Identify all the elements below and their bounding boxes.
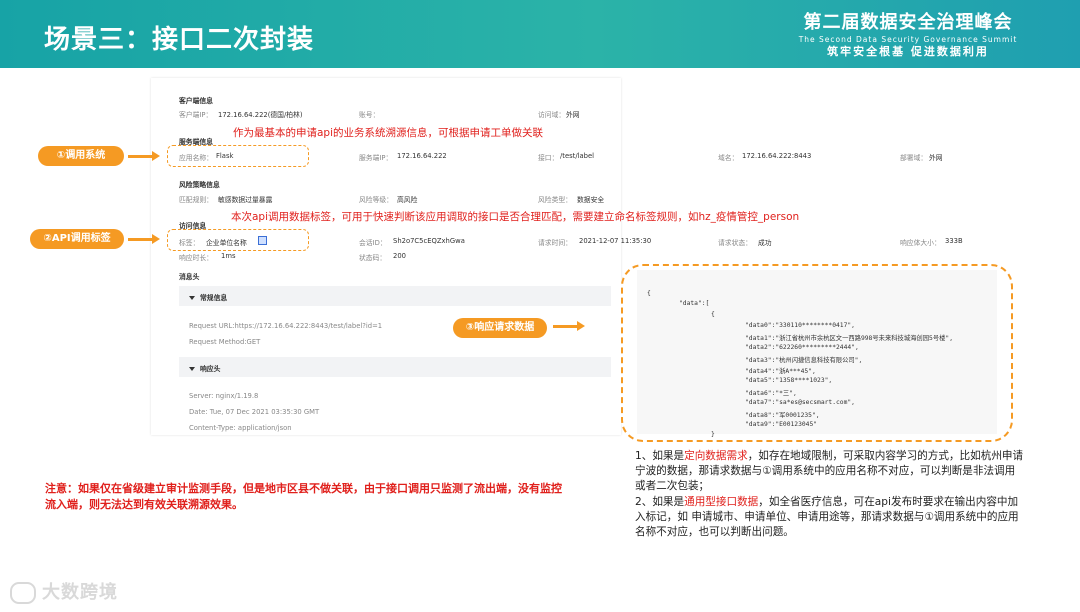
account-label: 账号： xyxy=(359,111,380,119)
slide-header: 场景三：接口二次封装 第二届数据安全治理峰会 The Second Data S… xyxy=(0,0,1080,68)
json-line: "data7":"sa*es@secsmart.com", xyxy=(745,399,855,406)
summit-logo: 第二届数据安全治理峰会 The Second Data Security Gov… xyxy=(788,12,1028,59)
general-info-header[interactable]: 常规信息 xyxy=(179,286,611,306)
footer-logo: 大数跨境 xyxy=(10,578,118,604)
tag-highlight xyxy=(167,229,309,251)
response-headers-title: 响应头 xyxy=(189,363,220,373)
date-header: Date: Tue, 07 Dec 2021 03:35:30 GMT xyxy=(189,408,320,416)
risk-type-label: 风险类型： xyxy=(538,196,572,204)
json-line: "data1":"浙江省杭州市余杭区文一西路998号未来科技城海创园5号楼", xyxy=(745,335,953,342)
access-domain-label: 访问域： xyxy=(538,111,566,119)
risk-type-value: 数据安全 xyxy=(577,196,605,204)
domain-value: 172.16.64.222:8443 xyxy=(742,152,812,160)
risk-level-label: 风险等级： xyxy=(359,196,393,204)
callout-api-tag: ②API调用标签 xyxy=(30,229,124,249)
response-body: { "data":[ { "data0":"330110********0417… xyxy=(637,270,997,438)
summit-slogan: 筑牢安全根基 促进数据利用 xyxy=(827,45,989,58)
match-rule-value: 敏感数据过量暴露 xyxy=(218,196,273,204)
json-line: "data9":"E00123045" xyxy=(745,421,818,428)
summit-name: 第二届数据安全治理峰会 xyxy=(803,12,1013,33)
status-code-value: 200 xyxy=(393,252,406,260)
json-line: "data2":"622260*********2444", xyxy=(745,344,859,351)
explanation-notes: 1、如果是定向数据需求，如存在地域限制，可采取内容学习的方式，比如杭州申请宁波的… xyxy=(635,449,1025,540)
resp-duration-value: 1ms xyxy=(221,252,236,260)
note-directed-data: 1、如果是定向数据需求，如存在地域限制，可采取内容学习的方式，比如杭州申请宁波的… xyxy=(635,450,1024,493)
domain-label: 域名： xyxy=(718,154,739,162)
status-code-label: 状态码： xyxy=(359,254,387,262)
logo-mark-icon xyxy=(10,582,36,604)
server-header: Server: nginx/1.19.8 xyxy=(189,392,259,400)
caret-down-icon xyxy=(189,367,195,371)
request-method: Request Method:GET xyxy=(189,338,261,346)
resp-duration-label: 响应时长： xyxy=(179,254,213,262)
resp-size-value: 333B xyxy=(945,237,963,245)
caret-down-icon xyxy=(189,296,195,300)
slide-title: 场景三：接口二次封装 xyxy=(44,25,315,55)
response-headers-header[interactable]: 响应头 xyxy=(179,357,611,377)
arrow-api-tag xyxy=(128,234,160,244)
json-line: "data":[ xyxy=(679,300,710,307)
session-value: Sh2o7C5cEQZxhGwa xyxy=(393,237,465,245)
json-line: "data4":"浙A***45", xyxy=(745,368,816,375)
req-time-value: 2021-12-07 11:35:30 xyxy=(579,237,652,245)
deploy-label: 部署域： xyxy=(900,154,928,162)
headers-section-title: 消息头 xyxy=(179,273,200,281)
req-time-label: 请求时间： xyxy=(538,239,572,247)
callout-response-data: ③响应请求数据 xyxy=(453,318,547,338)
risk-level-value: 高风险 xyxy=(397,196,418,204)
json-line: "data3":"杭州闪捷信息科技有限公司", xyxy=(745,357,863,364)
warning-note: 注意：如果仅在省级建立审计监测手段，但是地市区县不做关联，由于接口调用只监测了流… xyxy=(45,482,562,511)
server-ip-label: 服务端IP： xyxy=(359,154,393,162)
req-status-label: 请求状态： xyxy=(718,239,752,247)
general-info-title: 常规信息 xyxy=(189,292,227,302)
json-line: { xyxy=(647,290,651,297)
request-url: Request URL:https://172.16.64.222:8443/t… xyxy=(189,322,383,330)
callout-calling-system: ①调用系统 xyxy=(38,146,124,166)
interface-value: /test/label xyxy=(560,152,595,160)
interface-label: 接口： xyxy=(538,154,559,162)
req-status-value: 成功 xyxy=(758,239,772,247)
json-line: "data6":"*三", xyxy=(745,390,797,397)
annotation-app-trace: 作为最基本的申请api的业务系统溯源信息，可根据申请工单做关联 xyxy=(233,127,544,139)
match-rule-label: 匹配规则： xyxy=(179,196,213,204)
app-name-highlight xyxy=(167,145,309,167)
server-ip-value: 172.16.64.222 xyxy=(397,152,447,160)
note-general-interface: 2、如果是通用型接口数据，如全省医疗信息，可在api发布时要求在输出内容中加入标… xyxy=(635,495,1019,539)
resp-size-label: 响应体大小： xyxy=(900,239,941,247)
client-ip-value: 172.16.64.222(德国/柏林) xyxy=(218,111,303,119)
summit-name-en: The Second Data Security Governance Summ… xyxy=(798,35,1018,44)
json-line: } xyxy=(711,431,715,438)
json-line: "data5":"1358****1023", xyxy=(745,377,833,384)
access-domain-value: 外网 xyxy=(566,111,580,119)
client-section-title: 客户端信息 xyxy=(179,97,213,105)
session-label: 会话ID： xyxy=(359,239,387,247)
content-type-header: Content-Type: application/json xyxy=(189,424,292,432)
risk-section-title: 风险策略信息 xyxy=(179,181,220,189)
arrow-response-data xyxy=(553,321,585,331)
arrow-calling-system xyxy=(128,151,160,161)
json-line: "data0":"330110********0417", xyxy=(745,322,855,329)
client-ip-label: 客户端IP： xyxy=(179,111,213,119)
json-line: "data8":"军0001235", xyxy=(745,412,820,419)
json-line: { xyxy=(711,311,715,318)
response-panel: 响应 { "data":[ { "data0":"330110********0… xyxy=(621,264,1013,442)
annotation-api-tag: 本次api调用数据标签，可用于快速判断该应用调取的接口是否合理匹配，需要建立命名… xyxy=(231,211,800,223)
deploy-value: 外网 xyxy=(929,154,943,162)
